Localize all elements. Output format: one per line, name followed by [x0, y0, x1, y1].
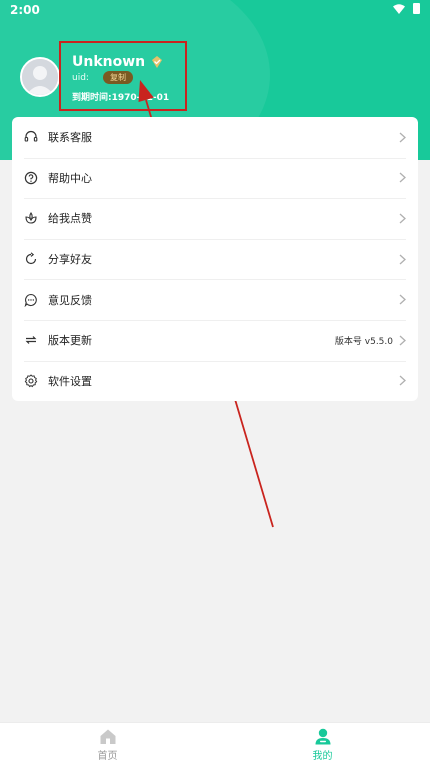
- battery-icon: [413, 3, 420, 14]
- menu-item-label: 帮助中心: [48, 171, 92, 185]
- tab-home-label: 首页: [97, 750, 118, 762]
- menu-item-label: 版本更新: [48, 334, 92, 348]
- tab-home[interactable]: 首页: [0, 723, 215, 766]
- chevron-right-icon: [399, 335, 406, 346]
- gear-icon: [24, 374, 38, 388]
- home-icon: [100, 729, 115, 744]
- menu-item-label: 联系客服: [48, 131, 92, 145]
- avatar[interactable]: [20, 57, 60, 97]
- share-refresh-icon: [25, 252, 37, 265]
- menu-item-like-us[interactable]: 给我点赞: [12, 198, 418, 239]
- version-number: 版本号 v5.5.0: [334, 336, 393, 347]
- tab-mine[interactable]: 我的: [215, 723, 430, 766]
- annotation-highlight-box: [59, 41, 187, 111]
- menu-item-share-friends[interactable]: 分享好友: [12, 238, 418, 280]
- status-time: 2:00: [10, 3, 40, 17]
- chat-bubble-icon: [24, 293, 37, 307]
- menu-item-help-center[interactable]: 帮助中心: [12, 157, 418, 199]
- menu-item-version-update[interactable]: 版本更新 版本号 v5.5.0: [12, 319, 418, 361]
- flower-icon: [25, 212, 37, 225]
- menu-item-label: 软件设置: [48, 374, 92, 388]
- chevron-right-icon: [399, 172, 406, 183]
- status-icons: [393, 3, 420, 14]
- menu-item-label: 给我点赞: [48, 212, 92, 226]
- menu-item-settings[interactable]: 软件设置: [12, 360, 418, 401]
- chevron-right-icon: [399, 375, 406, 386]
- help-circle-icon: [24, 171, 38, 185]
- wifi-icon: [393, 3, 405, 14]
- menu-item-feedback[interactable]: 意见反馈: [12, 279, 418, 320]
- status-bar: 2:00: [0, 0, 430, 22]
- bottom-tabbar: 首页 我的: [0, 722, 430, 766]
- user-avatar-icon: [22, 59, 58, 95]
- menu-item-contact-service[interactable]: 联系客服: [12, 117, 418, 158]
- tab-mine-label: 我的: [312, 750, 333, 762]
- chevron-right-icon: [399, 294, 406, 305]
- menu-item-label: 分享好友: [48, 253, 92, 267]
- chevron-right-icon: [399, 132, 406, 143]
- chevron-right-icon: [399, 213, 406, 224]
- sync-arrows-icon: [25, 336, 37, 345]
- menu-item-label: 意见反馈: [48, 293, 92, 307]
- user-profile-icon: [315, 728, 330, 744]
- menu-card: 联系客服 帮助中心 给我点赞 分享好友 意见反馈 版本更新 版本号 v5.5.0…: [12, 117, 418, 401]
- chevron-right-icon: [399, 254, 406, 265]
- headset-icon: [24, 131, 38, 142]
